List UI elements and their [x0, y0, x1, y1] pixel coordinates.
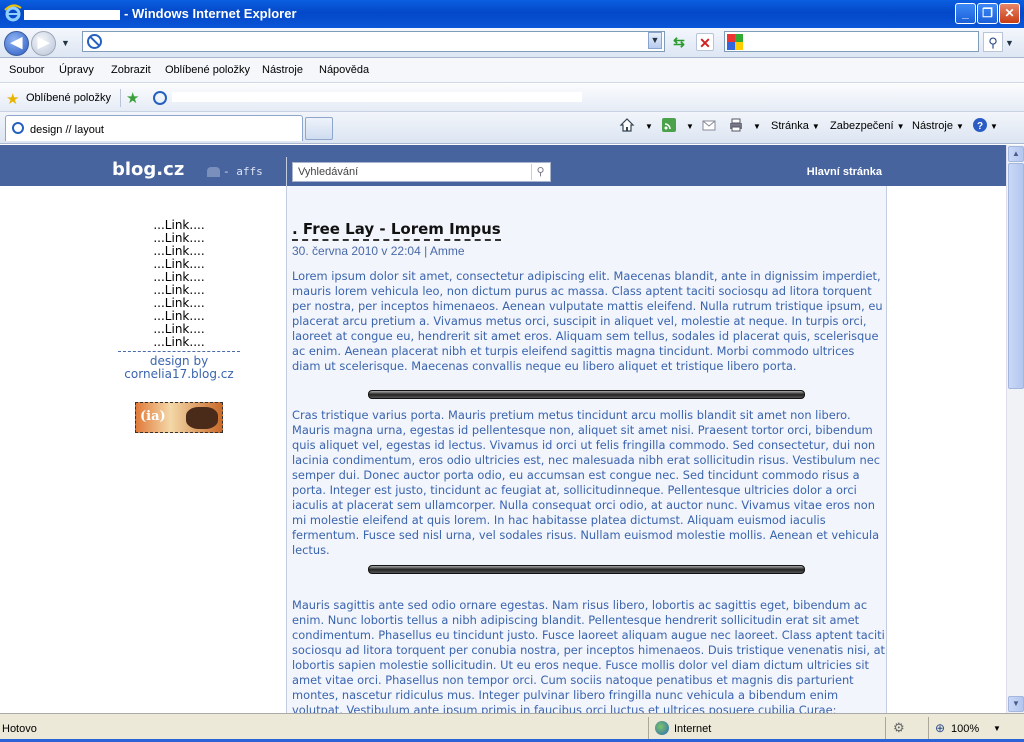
menu-tools[interactable]: Nástroje — [262, 64, 303, 76]
home-page-link[interactable]: Hlavní stránka — [807, 166, 882, 178]
svg-text:?: ? — [977, 121, 983, 132]
affs-link[interactable]: - affs — [207, 165, 263, 178]
favorites-button[interactable]: Oblíbené položky — [26, 92, 111, 104]
main-column: Vyhledávání ⚲ Hlavní stránka . Free Lay … — [286, 157, 888, 713]
refresh-button[interactable]: ⇆ — [670, 33, 688, 51]
recent-pages-dropdown[interactable]: ▼ — [61, 38, 70, 48]
sidebar-link[interactable]: ...Link.... — [118, 336, 240, 349]
sidebar-divider — [118, 351, 240, 352]
post-divider — [368, 565, 805, 574]
new-tab-button[interactable] — [305, 117, 333, 140]
title-bar: - Windows Internet Explorer _ ❐ ✕ — [0, 0, 1024, 28]
banner-text: (ia) — [140, 409, 166, 424]
page-menu[interactable]: Stránka ▼ — [771, 120, 820, 132]
tools-menu[interactable]: Nástroje ▼ — [912, 120, 964, 132]
help-icon[interactable]: ? — [972, 117, 988, 133]
help-dropdown[interactable]: ▼ — [987, 120, 998, 132]
tab-favicon-icon — [12, 122, 24, 134]
main-header: Vyhledávání ⚲ Hlavní stránka — [287, 157, 888, 186]
status-text: Hotovo — [2, 723, 37, 735]
favorites-links-redacted — [172, 92, 582, 102]
title-redacted-part — [24, 9, 120, 20]
status-separator — [928, 717, 929, 739]
zoom-icon: ⊕ — [935, 721, 946, 735]
window-title: - Windows Internet Explorer — [24, 6, 297, 21]
status-separator — [648, 717, 649, 739]
search-options-dropdown[interactable]: ▼ — [1005, 38, 1014, 48]
tab-label: design // layout — [30, 124, 104, 136]
status-separator — [885, 717, 886, 739]
add-favorite-icon[interactable]: ★ — [126, 89, 139, 107]
mail-icon[interactable] — [701, 117, 717, 133]
menu-favorites[interactable]: Oblíbené položky — [165, 64, 250, 76]
zoom-dropdown[interactable]: ▼ — [993, 724, 1001, 733]
browser-window: - Windows Internet Explorer _ ❐ ✕ ◀ ▶ ▼ … — [0, 0, 1024, 742]
status-bar: Hotovo Internet ⚙ ⊕ 100% ▼ — [0, 713, 1024, 742]
menu-view[interactable]: Zobrazit — [111, 64, 151, 76]
protected-mode-icon[interactable]: ⚙ — [893, 720, 905, 736]
stop-button[interactable]: ✕ — [696, 33, 714, 51]
scroll-thumb[interactable] — [1008, 163, 1024, 389]
internet-zone-icon — [655, 721, 669, 735]
tab-bar: design // layout ▼ ▼ ▼ Stránka ▼ Zabezpeč… — [0, 112, 1024, 144]
post-paragraph: Lorem ipsum dolor sit amet, consectetur … — [292, 269, 883, 373]
affiliate-banner[interactable]: (ia) — [135, 402, 223, 433]
scroll-down-button[interactable]: ▼ — [1008, 696, 1024, 712]
site-search-input[interactable]: Vyhledávání ⚲ — [292, 162, 551, 182]
home-icon[interactable] — [619, 117, 635, 133]
address-bar[interactable] — [82, 31, 665, 52]
address-dropdown[interactable]: ▼ — [648, 32, 662, 49]
back-arrow-icon: ◀ — [10, 34, 23, 51]
print-dropdown[interactable]: ▼ — [750, 120, 761, 132]
users-icon — [207, 167, 220, 177]
sidebar: ...Link.... ...Link.... ...Link.... ...L… — [118, 219, 240, 381]
post-title: . Free Lay - Lorem Impus — [292, 220, 501, 241]
feeds-icon[interactable] — [661, 117, 677, 133]
maximize-button[interactable]: ❐ — [977, 3, 998, 24]
site-search-placeholder: Vyhledávání — [298, 166, 359, 178]
post-meta: 30. června 2010 v 22:04 | Amme — [292, 244, 465, 258]
tab-design-layout[interactable]: design // layout — [5, 115, 303, 141]
zoom-level[interactable]: 100% — [951, 723, 979, 735]
menu-bar: Soubor Úpravy Zobrazit Oblíbené položky … — [0, 58, 1024, 83]
favorites-separator — [120, 89, 121, 107]
home-dropdown[interactable]: ▼ — [642, 120, 653, 132]
page-content: blog.cz - affs ...Link.... ...Link.... .… — [0, 145, 1006, 713]
post-paragraph: Cras tristique varius porta. Mauris pret… — [292, 408, 880, 557]
vertical-scrollbar[interactable]: ▲ ▼ — [1006, 145, 1024, 713]
minimize-button[interactable]: _ — [955, 3, 976, 24]
ie-logo-icon — [4, 4, 22, 22]
close-button[interactable]: ✕ — [999, 3, 1020, 24]
search-provider-icon — [727, 34, 743, 50]
print-icon[interactable] — [728, 117, 744, 133]
post-paragraph: Mauris sagittis ante sed odio ornare ege… — [292, 598, 886, 713]
designer-link[interactable]: cornelia17.blog.cz — [118, 368, 240, 381]
search-input[interactable] — [724, 31, 979, 52]
page-favicon-icon — [87, 34, 102, 49]
forward-arrow-icon: ▶ — [37, 34, 50, 51]
scroll-up-button[interactable]: ▲ — [1008, 146, 1024, 162]
menu-file[interactable]: Soubor — [9, 64, 44, 76]
menu-edit[interactable]: Úpravy — [59, 64, 94, 76]
favorite-link-icon[interactable] — [153, 91, 167, 105]
favorites-star-icon[interactable]: ★ — [6, 90, 19, 108]
design-credit: design by cornelia17.blog.cz — [118, 355, 240, 381]
search-button[interactable]: ⚲ — [983, 32, 1003, 52]
menu-help[interactable]: Nápověda — [319, 64, 369, 76]
banner-image — [186, 407, 218, 429]
site-search-icon[interactable]: ⚲ — [531, 164, 549, 180]
feeds-dropdown[interactable]: ▼ — [683, 120, 694, 132]
navigation-bar: ◀ ▶ ▼ ▼ ⇆ ✕ ⚲ ▼ — [0, 28, 1024, 58]
security-zone[interactable]: Internet — [674, 723, 711, 735]
security-menu[interactable]: Zabezpečení ▼ — [830, 120, 905, 132]
post-divider — [368, 390, 805, 399]
forward-button[interactable]: ▶ — [31, 31, 56, 56]
back-button[interactable]: ◀ — [4, 31, 29, 56]
site-logo[interactable]: blog.cz — [112, 159, 184, 180]
